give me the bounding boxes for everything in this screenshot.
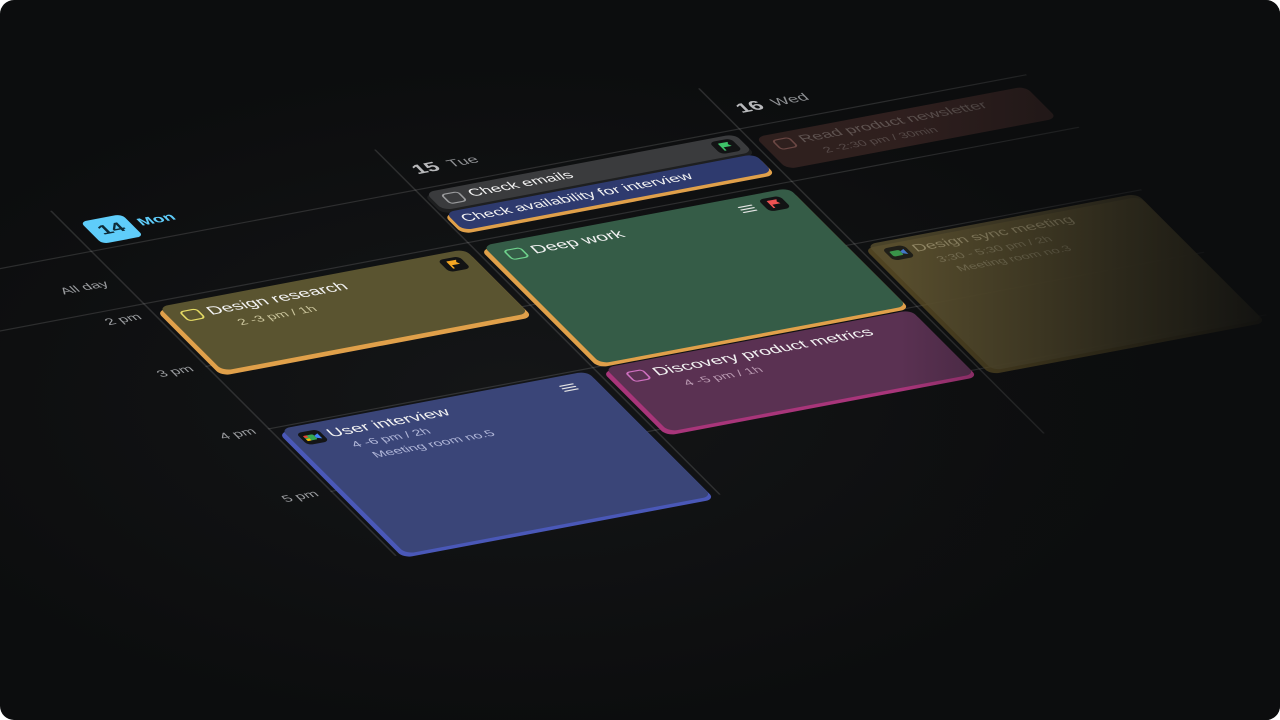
red-flag-icon (757, 195, 792, 212)
checkbox-icon[interactable] (771, 136, 799, 151)
video-meeting-icon (881, 244, 916, 261)
day-number-tue[interactable]: 15 (407, 159, 445, 178)
checkbox-icon[interactable] (502, 246, 531, 261)
column-divider-mon (50, 210, 397, 556)
orange-flag-icon (437, 256, 471, 273)
green-flag-icon (709, 138, 743, 155)
row-label-2pm: 2 pm (101, 311, 145, 328)
checkbox-icon[interactable] (178, 308, 207, 322)
day-number-wed[interactable]: 16 (731, 98, 769, 117)
calendar-week-grid: 14 Mon 15 Tue 16 Wed All day 2 pm 3 pm 4… (0, 0, 1280, 590)
checkbox-icon[interactable] (440, 191, 468, 205)
video-meeting-icon (295, 429, 330, 446)
notes-icon (558, 383, 580, 392)
row-label-all-day: All day (56, 278, 112, 297)
event-title: Deep work (526, 227, 629, 257)
row-label-4pm: 4 pm (215, 425, 260, 442)
row-label-5pm: 5 pm (278, 488, 322, 505)
calendar-window: 14 Mon 15 Tue 16 Wed All day 2 pm 3 pm 4… (0, 0, 1280, 720)
row-label-3pm: 3 pm (153, 363, 197, 380)
notes-icon (737, 204, 758, 214)
day-name-tue[interactable]: Tue (443, 154, 483, 170)
day-name-wed[interactable]: Wed (767, 91, 813, 109)
day-name-mon[interactable]: Mon (134, 211, 180, 229)
checkbox-icon[interactable] (624, 368, 653, 383)
